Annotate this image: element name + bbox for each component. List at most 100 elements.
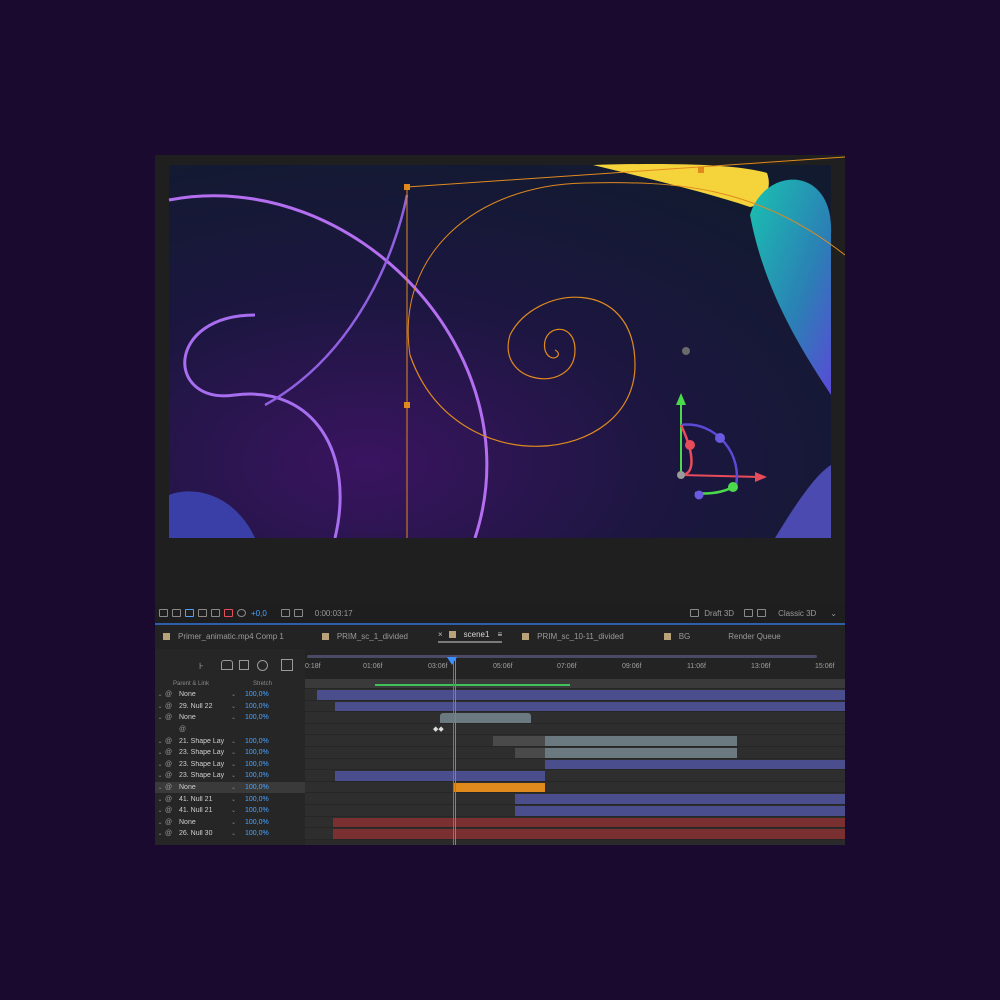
twirl-icon[interactable]: ⌄ bbox=[155, 819, 165, 826]
layer-row[interactable]: ⌄ @26. Null 30 ⌄ 100,0% bbox=[155, 828, 305, 840]
stretch-value[interactable]: 100,0% bbox=[245, 761, 269, 768]
stretch-value[interactable]: 100,0% bbox=[245, 749, 269, 756]
chevron-down-icon[interactable]: ⌄ bbox=[231, 830, 245, 837]
parent-select[interactable]: 21. Shape Lay bbox=[179, 738, 231, 745]
parent-select[interactable]: None bbox=[179, 714, 231, 721]
region-icon[interactable] bbox=[185, 609, 194, 617]
layer-row[interactable]: ⌄ @41. Null 21 ⌄ 100,0% bbox=[155, 805, 305, 817]
layer-bar[interactable] bbox=[333, 829, 845, 839]
twirl-icon[interactable]: ⌄ bbox=[155, 761, 165, 768]
transparency-icon[interactable] bbox=[198, 609, 207, 617]
snapshot-icon[interactable] bbox=[280, 609, 290, 617]
exposure-icon[interactable] bbox=[237, 609, 246, 617]
channel-icon[interactable] bbox=[211, 609, 220, 617]
chevron-down-icon[interactable]: ⌄ bbox=[231, 703, 245, 710]
stretch-value[interactable]: 100,0% bbox=[245, 807, 269, 814]
chevron-down-icon[interactable]: ⌄ bbox=[231, 784, 245, 791]
layer-row[interactable]: ⌄ @23. Shape Lay ⌄ 100,0% bbox=[155, 770, 305, 782]
3d-view-icon[interactable] bbox=[744, 609, 754, 617]
parent-select[interactable]: 23. Shape Lay bbox=[179, 772, 231, 779]
stretch-value[interactable]: 100,0% bbox=[245, 796, 269, 803]
parent-select[interactable]: None bbox=[179, 784, 231, 791]
layer-bar-selected[interactable] bbox=[453, 782, 545, 793]
stretch-value[interactable]: 100,0% bbox=[245, 784, 269, 791]
keyframe-icon[interactable]: ◆◆ bbox=[433, 725, 444, 733]
chevron-down-icon[interactable]: ⌄ bbox=[231, 714, 245, 721]
grid-icon[interactable] bbox=[159, 609, 168, 617]
pick-whip-icon[interactable]: @ bbox=[165, 714, 179, 721]
tab-prim-sc-10-11[interactable]: PRIM_sc_10-11_divided bbox=[522, 632, 624, 641]
parent-select[interactable]: 23. Shape Lay bbox=[179, 749, 231, 756]
parent-link-header[interactable]: Parent & Link bbox=[173, 681, 209, 687]
tab-prim-sc-1[interactable]: PRIM_sc_1_divided bbox=[321, 632, 408, 641]
pick-whip-icon[interactable]: @ bbox=[165, 738, 179, 745]
layer-row[interactable]: ⌄ @ None ⌄ 100,0% bbox=[155, 817, 305, 829]
chevron-down-icon[interactable]: ⌄ bbox=[231, 819, 245, 826]
layer-row[interactable]: ⌄ @21. Shape Lay ⌄ 100,0% bbox=[155, 735, 305, 747]
pick-whip-icon[interactable]: @ bbox=[165, 784, 179, 791]
draft-3d-icon[interactable] bbox=[690, 609, 700, 617]
layer-bar[interactable] bbox=[335, 771, 545, 781]
twirl-icon[interactable]: ⌄ bbox=[155, 703, 165, 710]
layer-bar[interactable] bbox=[317, 690, 845, 700]
twirl-icon[interactable]: ⌄ bbox=[155, 830, 165, 837]
twirl-icon[interactable]: ⌄ bbox=[155, 691, 165, 698]
mask-icon[interactable] bbox=[172, 609, 181, 617]
twirl-icon[interactable]: ⌄ bbox=[155, 772, 165, 779]
shy-layers-icon[interactable] bbox=[221, 660, 233, 670]
pick-whip-icon[interactable]: @ bbox=[165, 807, 179, 814]
stretch-value[interactable]: 100,0% bbox=[245, 819, 269, 826]
renderer-select[interactable]: Classic 3D bbox=[778, 609, 816, 618]
layer-bar[interactable] bbox=[545, 748, 737, 758]
layer-tracks[interactable]: ◆◆ bbox=[305, 679, 845, 845]
stretch-value[interactable]: 100,0% bbox=[245, 691, 269, 698]
graph-editor-icon[interactable] bbox=[281, 659, 293, 671]
chevron-down-icon[interactable]: ⌄ bbox=[231, 691, 245, 698]
tab-bg[interactable]: BG bbox=[663, 632, 690, 641]
tab-render-queue[interactable]: Render Queue bbox=[728, 632, 780, 641]
stretch-value[interactable]: 100,0% bbox=[245, 830, 269, 837]
chevron-down-icon[interactable]: ⌄ bbox=[231, 738, 245, 745]
playhead-handle[interactable] bbox=[447, 657, 457, 665]
pick-whip-icon[interactable]: @ bbox=[165, 761, 179, 768]
pick-whip-icon[interactable]: @ bbox=[165, 772, 179, 779]
tab-primer-animatic[interactable]: Primer_animatic.mp4 Comp 1 bbox=[163, 632, 284, 641]
layer-bar[interactable] bbox=[335, 701, 845, 712]
close-icon[interactable]: × bbox=[438, 630, 443, 639]
layer-row[interactable]: ⌄ @41. Null 21 ⌄ 100,0% bbox=[155, 793, 305, 805]
pick-whip-icon[interactable]: @ bbox=[165, 691, 179, 698]
pick-whip-icon[interactable]: @ bbox=[179, 726, 193, 733]
layer-row[interactable]: ⌄ @ None ⌄ 100,0% bbox=[155, 689, 305, 701]
twirl-icon[interactable]: ⌄ bbox=[155, 738, 165, 745]
layer-bar[interactable] bbox=[515, 748, 545, 758]
stretch-value[interactable]: 100,0% bbox=[245, 738, 269, 745]
layer-row[interactable]: ⌄ @23. Shape Lay ⌄ 100,0% bbox=[155, 759, 305, 771]
frame-blending-icon[interactable] bbox=[239, 660, 249, 670]
stretch-value[interactable]: 100,0% bbox=[245, 772, 269, 779]
show-snapshot-icon[interactable] bbox=[293, 609, 303, 617]
exposure-value[interactable]: +0,0 bbox=[251, 609, 267, 618]
twirl-icon[interactable]: ⌄ bbox=[155, 796, 165, 803]
pick-whip-icon[interactable]: @ bbox=[165, 830, 179, 837]
composition-viewer[interactable] bbox=[155, 155, 845, 603]
stretch-header[interactable]: Stretch bbox=[253, 681, 272, 687]
parent-select[interactable]: 23. Shape Lay bbox=[179, 761, 231, 768]
twirl-icon[interactable]: ⌄ bbox=[155, 784, 165, 791]
layer-bar[interactable] bbox=[333, 817, 845, 828]
stretch-value[interactable]: 100,0% bbox=[245, 714, 269, 721]
chevron-down-icon[interactable]: ⌄ bbox=[830, 609, 837, 618]
chevron-down-icon[interactable]: ⌄ bbox=[231, 749, 245, 756]
tab-scene1[interactable]: × scene1 ≡ bbox=[437, 630, 503, 643]
stretch-value[interactable]: 100,0% bbox=[245, 703, 269, 710]
parent-select[interactable]: 26. Null 30 bbox=[179, 830, 231, 837]
layer-row[interactable]: ⌄ @23. Shape Lay ⌄ 100,0% bbox=[155, 747, 305, 759]
layer-bar[interactable] bbox=[545, 736, 737, 746]
pick-whip-icon[interactable]: @ bbox=[165, 819, 179, 826]
layer-row[interactable]: ⌄ @ None ⌄ 100,0% bbox=[155, 712, 305, 724]
twirl-icon[interactable]: ⌄ bbox=[155, 749, 165, 756]
timecode-display[interactable]: 0:00:03:17 bbox=[315, 609, 353, 618]
work-area-bar[interactable] bbox=[307, 655, 817, 658]
chevron-down-icon[interactable]: ⌄ bbox=[231, 772, 245, 779]
draft-3d-label[interactable]: Draft 3D bbox=[704, 609, 734, 618]
composition-flowchart-icon[interactable]: ⊦ bbox=[199, 661, 204, 672]
